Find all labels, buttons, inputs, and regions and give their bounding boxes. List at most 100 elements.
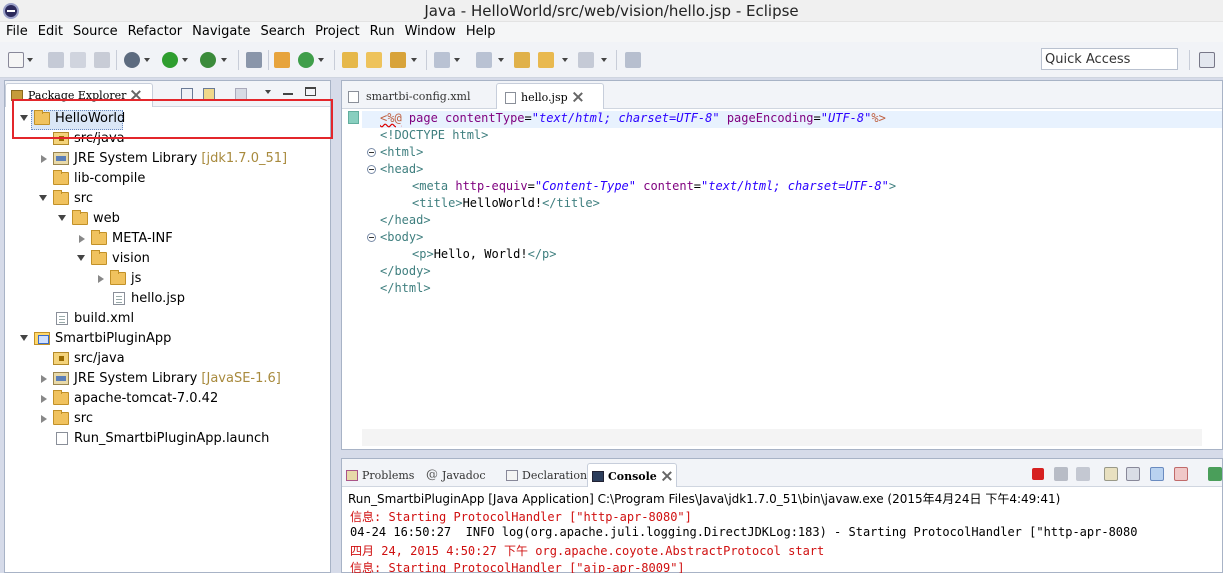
- new-icon[interactable]: [8, 52, 24, 68]
- new-java-package-icon[interactable]: [274, 52, 290, 68]
- menu-run[interactable]: Run: [366, 22, 399, 39]
- print-icon[interactable]: [94, 52, 110, 68]
- next-annotation-icon[interactable]: [434, 52, 450, 68]
- maximize-icon[interactable]: [305, 87, 316, 96]
- show-on-output-icon[interactable]: [1150, 467, 1164, 481]
- new-class-dropdown-icon[interactable]: [318, 58, 324, 62]
- expanded-arrow-icon[interactable]: [58, 215, 66, 221]
- collapsed-arrow-icon[interactable]: [98, 275, 104, 283]
- tab-smartbi-config-xml[interactable]: smartbi-config.xml: [342, 83, 492, 109]
- forward-dropdown-icon[interactable]: [601, 58, 607, 62]
- tab-problems[interactable]: Problems: [342, 463, 420, 487]
- search-dropdown-icon[interactable]: [411, 58, 417, 62]
- tab-declaration[interactable]: Declaration: [502, 463, 594, 487]
- code-line[interactable]: <%@ page contentType="text/html; charset…: [380, 111, 886, 128]
- tree-item-vision[interactable]: vision: [5, 249, 330, 269]
- code-line[interactable]: <meta http-equiv="Content-Type" content=…: [412, 179, 896, 196]
- expanded-arrow-icon[interactable]: [39, 195, 47, 201]
- fold-toggle-icon[interactable]: [367, 148, 376, 157]
- debug-dropdown-icon[interactable]: [144, 58, 150, 62]
- previous-annotation-icon[interactable]: [476, 52, 492, 68]
- view-menu-icon[interactable]: [265, 90, 271, 94]
- last-edit-location-icon[interactable]: [514, 52, 530, 68]
- debug-icon[interactable]: [124, 52, 140, 68]
- menu-search[interactable]: Search: [256, 22, 309, 39]
- tree-item-src[interactable]: src: [5, 189, 330, 209]
- new-java-class-icon[interactable]: [298, 52, 314, 68]
- external-tools-icon[interactable]: [200, 52, 216, 68]
- tree-item-jre-library-2[interactable]: JRE System Library [JavaSE-1.6]: [5, 369, 330, 389]
- horizontal-scrollbar[interactable]: [362, 429, 1202, 446]
- menu-window[interactable]: Window: [401, 22, 460, 39]
- tree-item-web[interactable]: web: [5, 209, 330, 229]
- run-icon[interactable]: [162, 52, 178, 68]
- close-icon[interactable]: [573, 92, 583, 102]
- menu-navigate[interactable]: Navigate: [188, 22, 254, 39]
- code-line[interactable]: <html>: [380, 145, 423, 162]
- close-icon[interactable]: [662, 471, 672, 481]
- code-line[interactable]: <p>Hello, World!</p>: [412, 247, 557, 264]
- tree-item-src-java-2[interactable]: src/java: [5, 349, 330, 369]
- open-perspective-icon[interactable]: [1199, 52, 1215, 68]
- menu-file[interactable]: File: [2, 22, 32, 39]
- collapsed-arrow-icon[interactable]: [41, 155, 47, 163]
- open-type-icon[interactable]: [342, 52, 358, 68]
- tree-item-src-2[interactable]: src: [5, 409, 330, 429]
- menu-help[interactable]: Help: [462, 22, 500, 39]
- tab-javadoc[interactable]: @ Javadoc: [422, 463, 502, 487]
- open-console-icon[interactable]: [1208, 467, 1222, 481]
- menu-source[interactable]: Source: [69, 22, 122, 39]
- tab-hello-jsp[interactable]: hello.jsp: [496, 83, 604, 109]
- previous-annotation-dropdown-icon[interactable]: [498, 58, 504, 62]
- code-line[interactable]: <title>HelloWorld!</title>: [412, 196, 600, 213]
- tree-item-build-xml[interactable]: build.xml: [5, 309, 330, 329]
- tree-item-smartbipluginapp[interactable]: SmartbiPluginApp: [5, 329, 330, 349]
- tree-item-meta-inf[interactable]: META-INF: [5, 229, 330, 249]
- tree-item-hello-jsp[interactable]: hello.jsp: [5, 289, 330, 309]
- open-task-icon[interactable]: [366, 52, 382, 68]
- new-dropdown-icon[interactable]: [27, 58, 33, 62]
- menu-project[interactable]: Project: [311, 22, 363, 39]
- collapsed-arrow-icon[interactable]: [41, 375, 47, 383]
- forward-icon[interactable]: [578, 52, 594, 68]
- next-annotation-dropdown-icon[interactable]: [454, 58, 460, 62]
- tree-item-launch-file[interactable]: Run_SmartbiPluginApp.launch: [5, 429, 330, 449]
- clear-console-icon[interactable]: [1104, 467, 1118, 481]
- terminate-icon[interactable]: [1032, 468, 1044, 480]
- search-tool-icon[interactable]: [390, 52, 406, 68]
- code-line[interactable]: </body>: [380, 264, 431, 281]
- tab-console[interactable]: Console: [587, 463, 677, 487]
- save-icon[interactable]: [48, 52, 64, 68]
- code-line[interactable]: </head>: [380, 213, 431, 230]
- show-on-error-icon[interactable]: [1174, 467, 1188, 481]
- skip-breakpoints-icon[interactable]: [246, 52, 262, 68]
- quick-access-input[interactable]: Quick Access: [1041, 48, 1178, 70]
- menu-edit[interactable]: Edit: [34, 22, 67, 39]
- tree-item-apache-tomcat[interactable]: apache-tomcat-7.0.42: [5, 389, 330, 409]
- tree-item-lib-compile[interactable]: lib-compile: [5, 169, 330, 189]
- save-all-icon[interactable]: [70, 52, 86, 68]
- collapsed-arrow-icon[interactable]: [79, 235, 85, 243]
- external-tools-dropdown-icon[interactable]: [221, 58, 227, 62]
- pin-editor-icon[interactable]: [625, 52, 641, 68]
- expanded-arrow-icon[interactable]: [77, 255, 85, 261]
- back-icon[interactable]: [538, 52, 554, 68]
- code-line[interactable]: <body>: [380, 230, 423, 247]
- remove-all-launches-icon[interactable]: [1076, 467, 1090, 481]
- tree-item-js[interactable]: js: [5, 269, 330, 289]
- scroll-lock-icon[interactable]: [1126, 467, 1140, 481]
- code-line[interactable]: <!DOCTYPE html>: [380, 128, 488, 145]
- collapsed-arrow-icon[interactable]: [41, 395, 47, 403]
- code-line[interactable]: </html>: [380, 281, 431, 298]
- fold-toggle-icon[interactable]: [367, 165, 376, 174]
- fold-toggle-icon[interactable]: [367, 233, 376, 242]
- minimize-icon[interactable]: [283, 93, 293, 95]
- tree-item-jre-library[interactable]: JRE System Library [jdk1.7.0_51]: [5, 149, 330, 169]
- code-line[interactable]: <head>: [380, 162, 423, 179]
- back-dropdown-icon[interactable]: [562, 58, 568, 62]
- run-dropdown-icon[interactable]: [182, 58, 188, 62]
- collapsed-arrow-icon[interactable]: [41, 415, 47, 423]
- remove-launch-icon[interactable]: [1054, 467, 1068, 481]
- expanded-arrow-icon[interactable]: [20, 335, 28, 341]
- menu-refactor[interactable]: Refactor: [124, 22, 187, 39]
